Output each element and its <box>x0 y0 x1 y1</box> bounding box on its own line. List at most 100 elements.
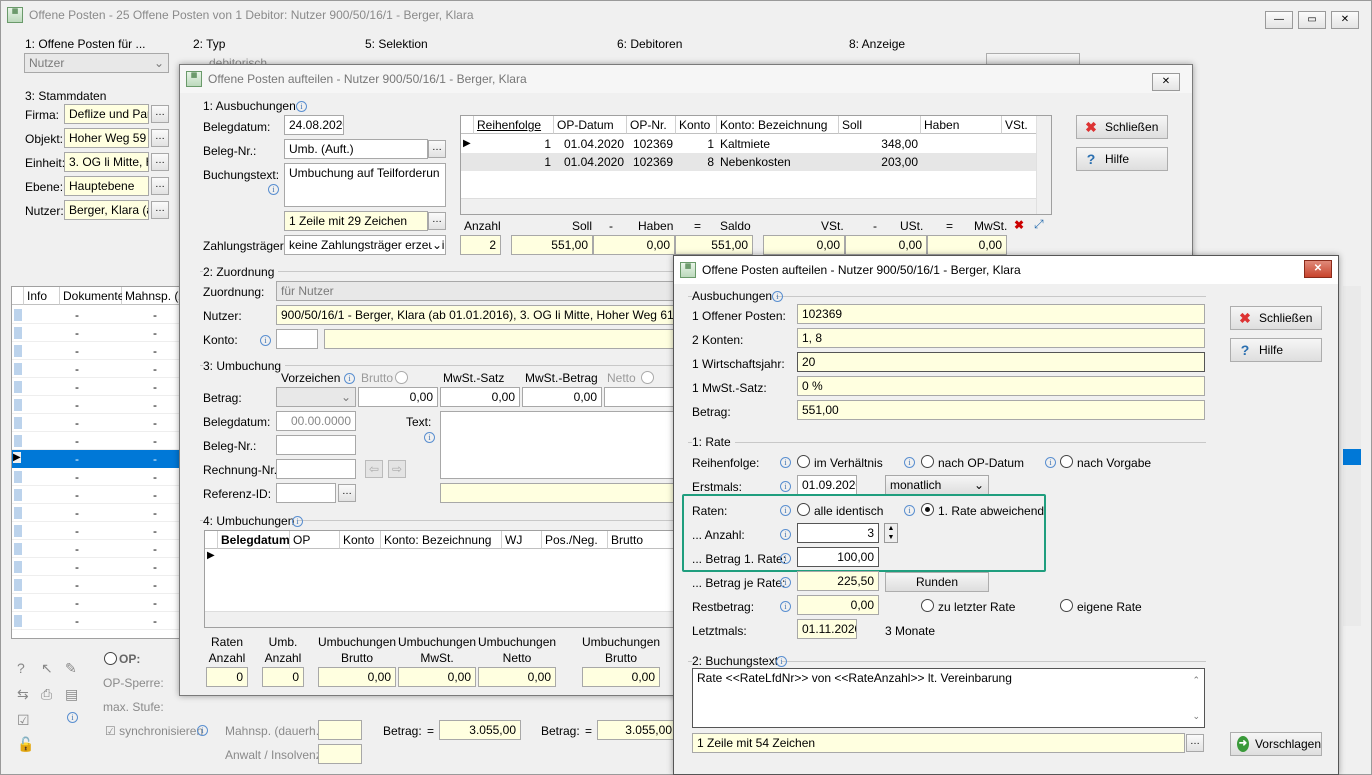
info-icon[interactable]: i <box>1045 457 1056 468</box>
info-icon[interactable]: i <box>776 656 787 667</box>
arrow-left-icon[interactable]: ⇦ <box>365 460 383 478</box>
close-dialog-button[interactable]: ✕ <box>1304 260 1332 278</box>
objekt-browse[interactable]: … <box>151 129 169 147</box>
table-row[interactable]: -- <box>12 594 180 612</box>
info-icon[interactable]: i <box>780 577 791 588</box>
umbuchungen-grid[interactable]: Belegdatum OP Konto Konto: Bezeichnung W… <box>204 530 680 628</box>
delete-icon[interactable]: ✖ <box>1014 218 1024 232</box>
table-row[interactable]: -- <box>12 540 180 558</box>
rechnungnr-field[interactable] <box>276 459 356 479</box>
info-icon[interactable]: i <box>344 373 355 384</box>
col-mahnsp[interactable]: Mahnsp. (zeitv <box>122 287 180 305</box>
edit-icon[interactable]: ✎ <box>65 660 77 677</box>
runden-button[interactable]: Runden <box>885 572 989 592</box>
op-radio[interactable] <box>104 652 117 665</box>
info-icon[interactable]: i <box>772 291 783 302</box>
buchungstext-browse[interactable]: … <box>1186 734 1204 752</box>
mwst-betrag-field[interactable]: 0,00 <box>522 387 602 407</box>
ausbuchungen-grid[interactable]: Reihenfolge OP-Datum OP-Nr. Konto Konto:… <box>460 115 1052 215</box>
firma-field[interactable]: Deflize und Partr <box>64 104 149 124</box>
radio-op-datum[interactable] <box>921 455 934 468</box>
table-row[interactable]: 1 01.04.2020 102369 8 Nebenkosten 203,00 <box>461 153 1036 171</box>
belegdatum2-field[interactable]: 00.00.0000 <box>276 411 356 431</box>
table-row[interactable]: ▶ - - <box>12 450 180 468</box>
netto-field[interactable] <box>604 387 676 407</box>
vorzeichen-select[interactable]: ⌄ <box>276 387 356 407</box>
belegnr-field[interactable]: Umb. (Auft.) <box>284 139 428 159</box>
info-icon[interactable]: i <box>780 601 791 612</box>
maximize-button[interactable]: ▭ <box>1298 11 1326 29</box>
anwalt-field[interactable] <box>318 744 362 764</box>
belegnr2-field[interactable] <box>276 435 356 455</box>
pointer-icon[interactable]: ↖ <box>41 660 53 677</box>
info-icon[interactable]: i <box>260 335 271 346</box>
grid-hscroll[interactable] <box>205 611 679 627</box>
col-dokumente[interactable]: Dokumente <box>60 287 124 305</box>
op-grid[interactable]: Info Dokumente Mahnsp. (zeitv ----------… <box>11 286 181 639</box>
intervall-select[interactable]: monatlich ⌄ <box>885 475 989 495</box>
info-icon[interactable]: i <box>296 101 307 112</box>
col-konto-bez[interactable]: Konto: Bezeichnung <box>381 531 502 549</box>
info-icon[interactable]: i <box>780 553 791 564</box>
table-row[interactable]: -- <box>12 504 180 522</box>
nutzer-field[interactable]: Berger, Klara (at <box>64 200 149 220</box>
info-icon[interactable]: i <box>424 432 435 443</box>
col-wj[interactable]: WJ <box>502 531 542 549</box>
buchungstext-field[interactable]: Rate <<RateLfdNr>> von <<RateAnzahl>> lt… <box>692 668 1205 728</box>
info-icon[interactable]: i <box>780 505 791 516</box>
vorschlagen-button[interactable]: ➜ Vorschlagen <box>1230 732 1322 756</box>
table-row[interactable]: -- <box>12 522 180 540</box>
table-row[interactable]: -- <box>12 396 180 414</box>
nutzer-field[interactable]: 900/50/16/1 - Berger, Klara (ab 01.01.20… <box>276 305 676 325</box>
anzahl-spinner[interactable]: ▲ ▼ <box>884 523 898 543</box>
help-icon[interactable]: ? <box>17 660 25 676</box>
info-icon[interactable]: i <box>780 457 791 468</box>
grid-vscroll[interactable] <box>1036 116 1051 214</box>
close-window-button[interactable]: ✕ <box>1331 11 1359 29</box>
info-icon[interactable]: i <box>780 481 791 492</box>
radio-erste-rate-abweichend[interactable] <box>921 503 934 516</box>
table-row[interactable]: -- <box>12 360 180 378</box>
minimize-button[interactable]: — <box>1265 11 1293 29</box>
arrow-right-icon[interactable]: ⇨ <box>388 460 406 478</box>
radio-letzte-rate[interactable] <box>921 599 934 612</box>
col-posneg[interactable]: Pos./Neg. <box>542 531 608 549</box>
table-icon[interactable]: ▤ <box>65 686 78 703</box>
col-haben[interactable]: Haben <box>921 116 1002 134</box>
anzahl-field[interactable]: 3 <box>797 523 879 543</box>
col-info[interactable]: Info <box>24 287 60 305</box>
mahnsp-field[interactable] <box>318 720 362 740</box>
col-konto[interactable]: Konto <box>340 531 381 549</box>
col-reihenfolge[interactable]: Reihenfolge <box>474 116 554 134</box>
info-icon[interactable]: i <box>292 516 303 527</box>
col-soll[interactable]: Soll <box>839 116 921 134</box>
buchungstext-field[interactable]: Umbuchung auf Teilforderun <box>284 163 446 207</box>
ebene-browse[interactable]: … <box>151 177 169 195</box>
buchungstext-browse[interactable]: … <box>428 212 446 230</box>
table-row[interactable]: -- <box>12 378 180 396</box>
erstmals-field[interactable]: 01.09.2020 <box>797 475 857 495</box>
brutto-field[interactable]: 0,00 <box>358 387 438 407</box>
nutzer-browse[interactable]: … <box>151 201 169 219</box>
info-icon[interactable]: i <box>780 529 791 540</box>
mid-help-button[interactable]: ? Hilfe <box>1076 147 1168 171</box>
brutto-radio[interactable] <box>395 371 408 384</box>
table-row[interactable]: -- <box>12 612 180 630</box>
info-icon[interactable]: i <box>268 184 279 195</box>
objekt-field[interactable]: Hoher Weg 59 - <box>64 128 149 148</box>
referenz-browse[interactable]: … <box>338 484 356 502</box>
einheit-field[interactable]: 3. OG li Mitte, Hc <box>64 152 149 172</box>
expand-icon[interactable]: ⤢ <box>1034 217 1044 232</box>
table-row[interactable]: -- <box>12 342 180 360</box>
info-icon[interactable]: i <box>904 457 915 468</box>
col-op-nr[interactable]: OP-Nr. <box>627 116 676 134</box>
info-icon[interactable]: i <box>67 712 78 723</box>
col-belegdatum[interactable]: Belegdatum <box>218 531 290 549</box>
mid-close-button[interactable]: ✖ Schließen <box>1076 115 1168 139</box>
col-vst[interactable]: VSt. <box>1002 116 1037 134</box>
belegdatum-field[interactable]: 24.08.2020 <box>284 115 344 135</box>
table-row[interactable]: -- <box>12 414 180 432</box>
text-field[interactable] <box>440 411 676 479</box>
col-konto[interactable]: Konto <box>676 116 717 134</box>
ebene-field[interactable]: Hauptebene <box>64 176 149 196</box>
